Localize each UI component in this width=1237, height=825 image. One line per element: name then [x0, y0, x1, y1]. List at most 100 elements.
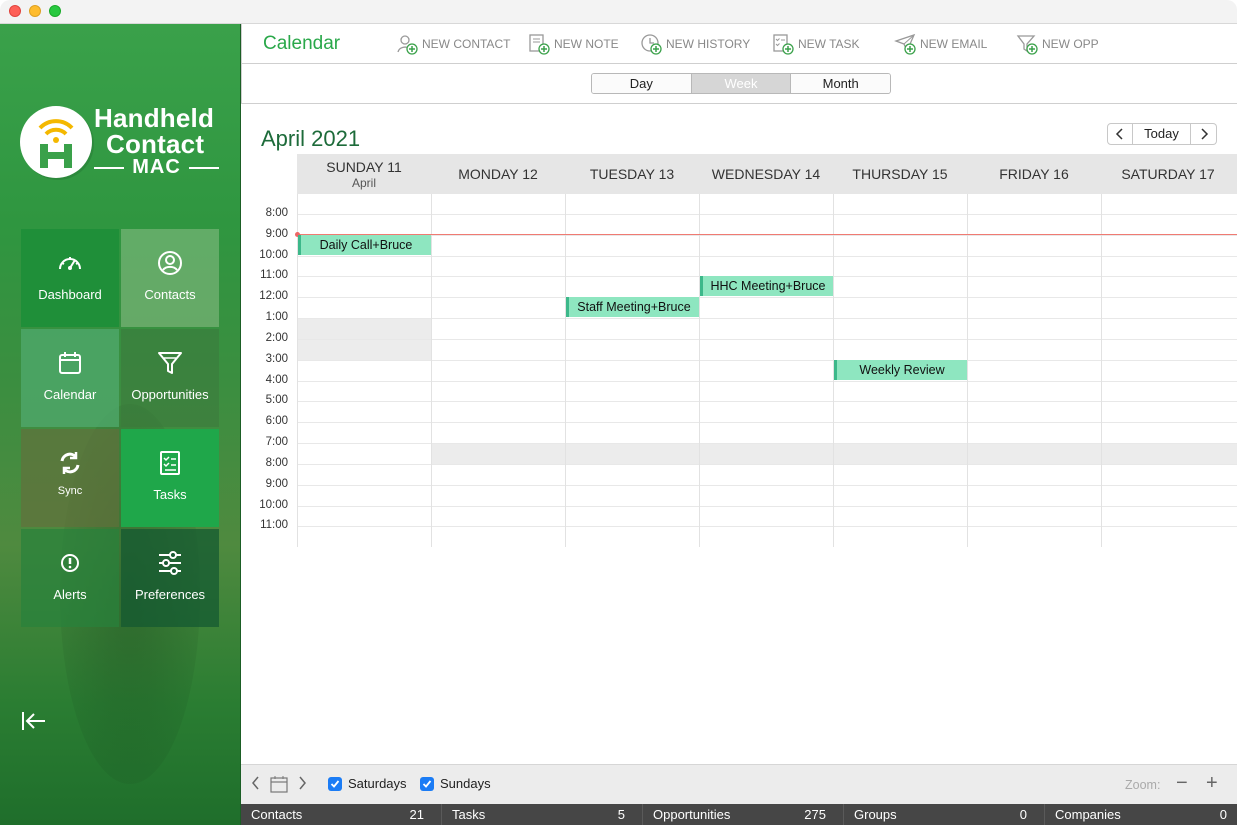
day-header-sunday[interactable]: SUNDAY 11 April [297, 154, 431, 194]
bottom-prev-button[interactable] [251, 775, 261, 791]
new-task-button[interactable]: NEW TASK [772, 32, 860, 56]
sidebar-item-label: Calendar [43, 387, 97, 402]
title-bar [0, 0, 1237, 24]
day-name: MONDAY 12 [458, 166, 538, 182]
sidebar-item-tasks[interactable]: Tasks [121, 429, 219, 527]
new-opp-button[interactable]: NEW OPP [1016, 32, 1099, 56]
saturdays-checkbox[interactable]: Saturdays [328, 776, 407, 791]
grid-line [297, 381, 1237, 382]
time-label: 9:00 [265, 228, 288, 240]
week-grid[interactable]: Daily Call+Bruce HHC Meeting+Bruce Staff… [295, 194, 1237, 547]
new-email-button[interactable]: NEW EMAIL [894, 32, 987, 56]
sidebar-item-label: Tasks [153, 487, 187, 502]
time-label: 6:00 [265, 415, 288, 427]
sidebar-item-opportunities[interactable]: Opportunities [121, 329, 219, 427]
day-header-monday[interactable]: MONDAY 12 [431, 154, 565, 194]
sidebar-item-label: Dashboard [38, 287, 102, 302]
previous-week-button[interactable] [1107, 123, 1133, 145]
today-button[interactable]: Today [1133, 123, 1191, 145]
saturdays-label: Saturdays [348, 776, 407, 791]
status-tasks-count: 5 [617, 807, 625, 822]
event-staff-meeting[interactable]: Staff Meeting+Bruce [566, 297, 699, 317]
status-divider [441, 804, 442, 825]
sidebar: Handheld Contact MAC Dashboard Contacts … [0, 24, 241, 825]
date-navigation: Today [1107, 123, 1217, 145]
event-daily-call[interactable]: Daily Call+Bruce [298, 235, 431, 255]
chevron-left-icon [252, 776, 259, 790]
sidebar-item-label: Alerts [53, 587, 87, 602]
status-groups-label: Groups [854, 807, 897, 822]
new-email-icon [894, 33, 916, 55]
chevron-left-icon [1115, 128, 1123, 140]
week-day-header: SUNDAY 11 April MONDAY 12 TUESDAY 13 WEDN… [297, 154, 1237, 194]
status-divider [843, 804, 844, 825]
new-note-button[interactable]: NEW NOTE [528, 32, 619, 56]
zoom-in-button[interactable]: + [1206, 772, 1218, 795]
day-header-thursday[interactable]: THURSDAY 15 [833, 154, 967, 194]
grid-line [297, 256, 1237, 257]
collapse-sidebar-button[interactable] [20, 709, 48, 733]
day-header-wednesday[interactable]: WEDNESDAY 14 [699, 154, 833, 194]
view-segmented-control: Day Week Month [591, 73, 891, 94]
month-title: April 2021 [261, 126, 361, 151]
day-column-line [699, 194, 700, 547]
zoom-out-button[interactable]: − [1176, 772, 1188, 795]
view-month-button[interactable]: Month [791, 74, 890, 93]
zoom-window-button[interactable] [49, 5, 61, 17]
close-window-button[interactable] [9, 5, 21, 17]
sidebar-item-sync[interactable]: Sync [21, 429, 119, 527]
status-divider [642, 804, 643, 825]
minimize-window-button[interactable] [29, 5, 41, 17]
app-window: Handheld Contact MAC Dashboard Contacts … [0, 0, 1237, 825]
sundays-checkbox[interactable]: Sundays [420, 776, 491, 791]
sidebar-item-alerts[interactable]: Alerts [21, 529, 119, 627]
day-column-line [431, 194, 432, 547]
new-note-icon [529, 34, 550, 55]
event-weekly-review[interactable]: Weekly Review [834, 360, 967, 380]
status-bar: Contacts 21 Tasks 5 Opportunities 275 Gr… [241, 804, 1237, 825]
checkbox-checked-icon [420, 776, 434, 791]
new-history-button[interactable]: NEW HISTORY [640, 32, 750, 56]
event-hhc-meeting[interactable]: HHC Meeting+Bruce [700, 276, 833, 296]
grid-line [297, 506, 1237, 507]
grid-line [297, 485, 1237, 486]
sidebar-item-label: Sync [57, 485, 83, 497]
grid-line [297, 443, 1237, 444]
time-label: 1:00 [265, 311, 288, 323]
view-day-button[interactable]: Day [592, 74, 692, 93]
day-header-tuesday[interactable]: TUESDAY 13 [565, 154, 699, 194]
time-label: 8:00 [265, 457, 288, 469]
status-contacts-count: 21 [409, 807, 424, 822]
sidebar-item-preferences[interactable]: Preferences [121, 529, 219, 627]
toolbar: Calendar NEW CONTACT NEW NOTE NEW HISTOR… [241, 24, 1237, 64]
grid-line [297, 464, 1237, 465]
view-week-button[interactable]: Week [691, 74, 792, 93]
contacts-person-icon [158, 251, 182, 275]
day-header-friday[interactable]: FRIDAY 16 [967, 154, 1101, 194]
day-name: TUESDAY 13 [589, 166, 675, 182]
next-week-button[interactable] [1191, 123, 1217, 145]
sidebar-item-label: Preferences [134, 587, 206, 602]
sidebar-item-calendar[interactable]: Calendar [21, 329, 119, 427]
view-switcher-bar: Day Week Month [241, 64, 1237, 104]
status-contacts-label: Contacts [251, 807, 303, 822]
evening-shade [431, 443, 1237, 464]
new-history-label: NEW HISTORY [666, 37, 751, 51]
sidebar-item-dashboard[interactable]: Dashboard [21, 229, 119, 327]
chevron-right-icon [299, 776, 306, 790]
new-task-label: NEW TASK [798, 37, 860, 51]
sidebar-item-contacts[interactable]: Contacts [121, 229, 219, 327]
tasks-checklist-icon [160, 451, 180, 475]
logo-h-wifi-icon [20, 106, 92, 178]
bottom-next-button[interactable] [297, 775, 307, 791]
grid-line [297, 401, 1237, 402]
new-email-label: NEW EMAIL [920, 37, 988, 51]
status-divider [1044, 804, 1045, 825]
day-header-saturday[interactable]: SATURDAY 17 [1101, 154, 1235, 194]
date-picker-button[interactable] [270, 775, 288, 793]
day-name: FRIDAY 16 [999, 166, 1069, 182]
current-time-line [297, 234, 1237, 235]
sync-icon [60, 452, 80, 474]
time-label: 10:00 [259, 249, 288, 261]
new-contact-button[interactable]: NEW CONTACT [396, 32, 510, 56]
